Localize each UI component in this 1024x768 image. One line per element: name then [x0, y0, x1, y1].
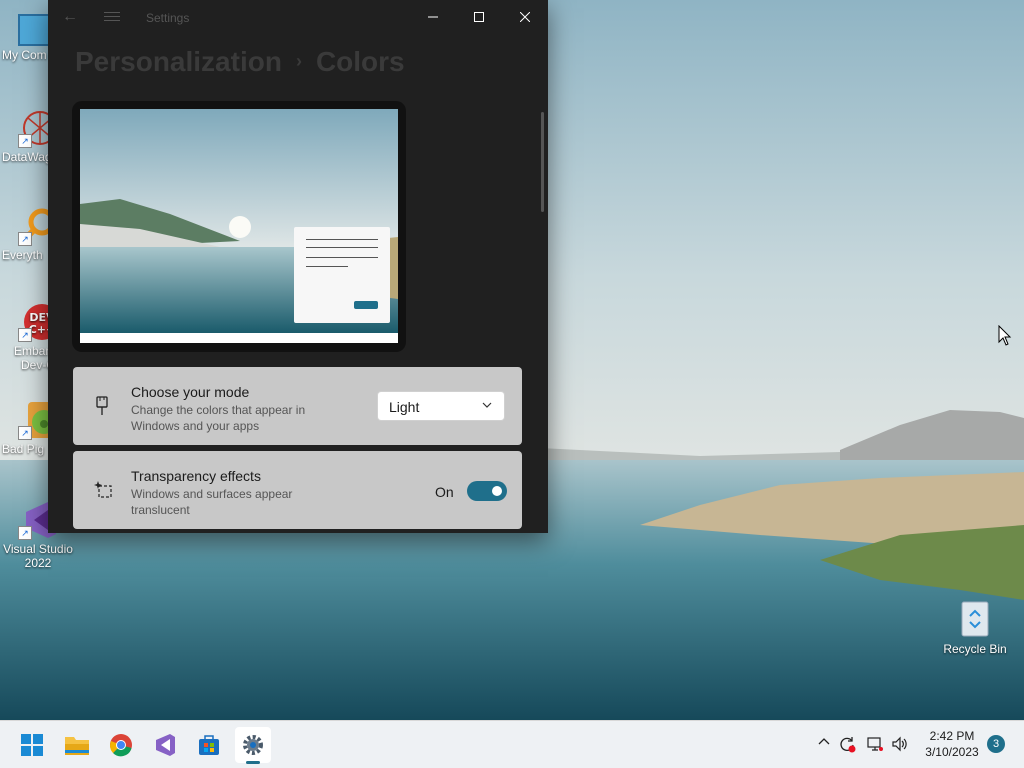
gear-icon	[243, 735, 263, 755]
mode-dropdown[interactable]: Light	[377, 391, 505, 421]
mode-dropdown-value: Light	[389, 399, 420, 415]
taskbar-visual-studio[interactable]	[147, 727, 183, 763]
close-icon	[520, 12, 530, 22]
paintbrush-icon	[93, 396, 111, 416]
taskbar-file-explorer[interactable]	[59, 727, 95, 763]
transparency-state-label: On	[435, 484, 454, 500]
breadcrumb: Personalization › Colors	[75, 46, 405, 78]
show-hidden-icons-chevron-icon[interactable]	[815, 735, 833, 753]
choose-mode-card: Choose your mode Change the colors that …	[73, 367, 522, 445]
shortcut-arrow-icon: ↗	[18, 232, 32, 246]
mode-title: Choose your mode	[131, 384, 250, 400]
start-button[interactable]	[14, 727, 50, 763]
taskbar-chrome[interactable]	[103, 727, 139, 763]
folder-icon	[65, 737, 89, 755]
breadcrumb-separator-icon: ›	[295, 51, 302, 71]
chrome-icon	[110, 734, 132, 757]
breadcrumb-parent[interactable]: Personalization	[75, 46, 282, 77]
store-bag-icon	[199, 735, 219, 755]
notification-badge[interactable]: 3	[987, 735, 1005, 753]
title-bar[interactable]: ← Settings	[48, 0, 548, 34]
shortcut-arrow-icon: ↗	[18, 526, 32, 540]
preview-screen	[80, 109, 398, 343]
transparency-card: Transparency effects Windows and surface…	[73, 451, 522, 529]
desktop-icon-label: Visual Studio 2022	[3, 542, 73, 570]
toggle-knob	[492, 486, 502, 496]
volume-icon[interactable]	[891, 735, 909, 753]
transparency-description: Windows and surfaces appear translucent	[131, 487, 293, 517]
transparency-title: Transparency effects	[131, 468, 261, 484]
recycle-bin-icon	[958, 598, 992, 638]
mode-description: Change the colors that appear in Windows…	[131, 403, 306, 433]
chevron-down-icon	[482, 402, 492, 408]
settings-window[interactable]: ← Settings Personalization › Colors Choo…	[48, 0, 548, 533]
close-button[interactable]	[502, 0, 548, 34]
visual-studio-icon	[156, 734, 175, 756]
clock[interactable]: 2:42 PM 3/10/2023	[916, 728, 988, 760]
desktop-icon-recycle-bin[interactable]: Recycle Bin	[940, 598, 1010, 656]
taskbar-settings[interactable]	[235, 727, 271, 764]
shortcut-arrow-icon: ↗	[18, 426, 32, 440]
vertical-scrollbar[interactable]	[541, 112, 544, 212]
clock-time: 2:42 PM	[929, 729, 975, 743]
clock-date: 3/10/2023	[925, 745, 979, 759]
sync-alert-icon[interactable]	[838, 735, 856, 753]
window-title: Settings	[146, 11, 190, 25]
shortcut-arrow-icon: ↗	[18, 328, 32, 342]
preview-accent-button	[354, 301, 378, 309]
transparency-toggle[interactable]	[467, 481, 507, 501]
shortcut-arrow-icon: ↗	[18, 134, 32, 148]
transparency-sparkle-icon	[93, 480, 112, 500]
minimize-icon	[428, 16, 438, 18]
theme-preview	[72, 101, 406, 352]
page-title: Colors	[315, 46, 405, 77]
windows-logo-icon	[21, 734, 43, 756]
network-icon[interactable]	[866, 735, 884, 753]
hamburger-menu-icon[interactable]	[104, 9, 120, 25]
taskbar: 2:42 PM 3/10/2023 3	[0, 720, 1024, 768]
desktop-icon-label: Recycle Bin	[943, 642, 1007, 656]
minimize-button[interactable]	[410, 0, 456, 34]
maximize-button[interactable]	[456, 0, 502, 34]
active-app-indicator	[246, 761, 260, 764]
maximize-icon	[474, 12, 484, 22]
preview-window	[294, 227, 390, 323]
back-arrow-icon[interactable]: ←	[62, 9, 78, 25]
taskbar-microsoft-store[interactable]	[191, 727, 227, 763]
mouse-cursor-icon	[998, 324, 1012, 352]
